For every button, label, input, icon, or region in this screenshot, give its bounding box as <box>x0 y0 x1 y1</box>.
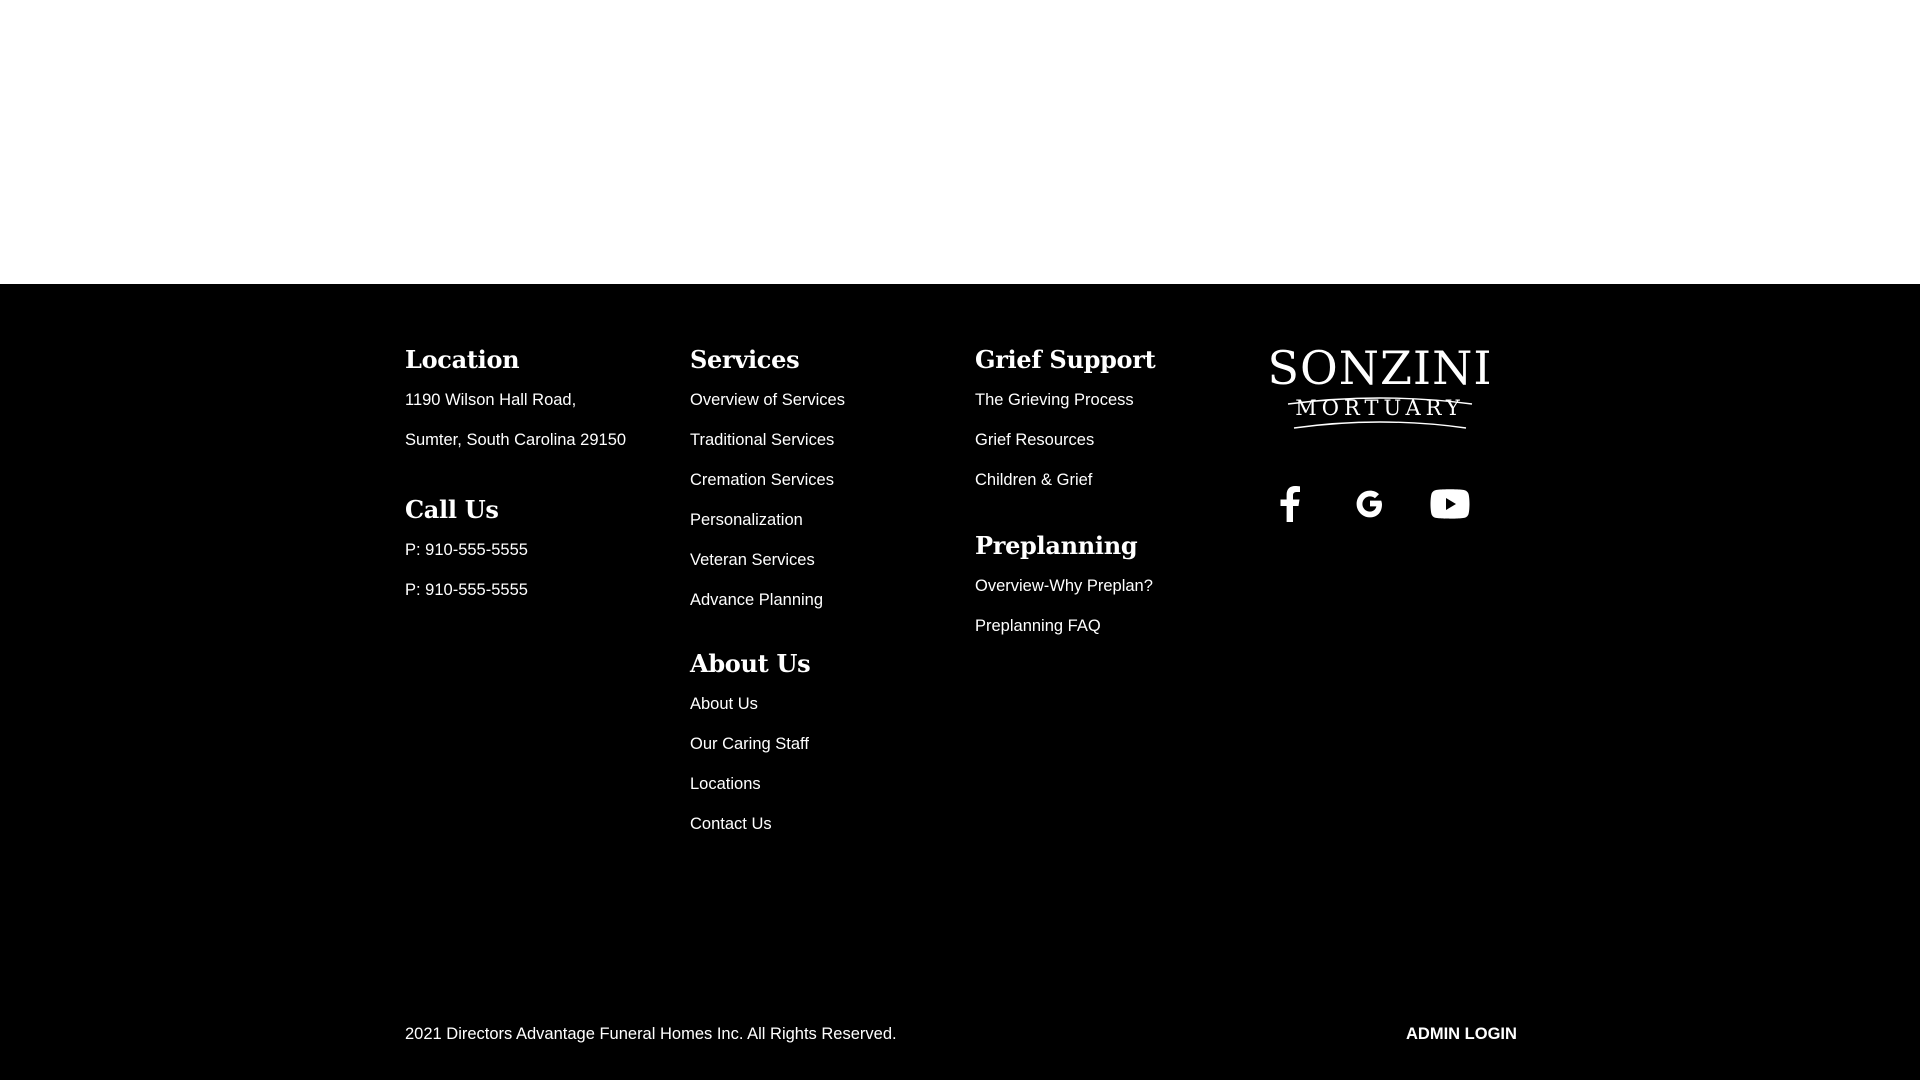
link-traditional-services[interactable]: Traditional Services <box>690 430 845 450</box>
link-grief-resources[interactable]: Grief Resources <box>975 430 1155 450</box>
call-us-heading: Call Us <box>405 495 499 524</box>
google-link[interactable] <box>1348 482 1392 526</box>
grief-support-heading: Grief Support <box>975 345 1156 374</box>
link-advance-planning[interactable]: Advance Planning <box>690 590 845 610</box>
facebook-link[interactable] <box>1268 482 1312 526</box>
link-cremation-services[interactable]: Cremation Services <box>690 470 845 490</box>
page-content-area <box>0 0 1920 284</box>
google-icon <box>1356 490 1382 518</box>
copyright-text: 2021 Directors Advantage Funeral Homes I… <box>405 1025 897 1043</box>
link-our-caring-staff[interactable]: Our Caring Staff <box>690 734 845 754</box>
social-links <box>1262 482 1498 526</box>
youtube-icon <box>1430 489 1470 519</box>
address-line-1: 1190 Wilson Hall Road, <box>405 391 577 409</box>
footer-column-grief-support: Grief Support The Grieving Process Grief… <box>975 345 1156 656</box>
link-overview-why-preplan[interactable]: Overview-Why Preplan? <box>975 576 1155 596</box>
phone-link-2[interactable]: P: 910-555-5555 <box>405 580 626 600</box>
footer-column-brand: SONZINI MORTUARY <box>1262 342 1498 546</box>
facebook-icon <box>1280 486 1300 522</box>
link-personalization[interactable]: Personalization <box>690 510 845 530</box>
footer-column-services: Services Overview of Services Traditiona… <box>690 346 845 854</box>
link-locations[interactable]: Locations <box>690 774 845 794</box>
link-preplanning-faq[interactable]: Preplanning FAQ <box>975 616 1155 636</box>
youtube-link[interactable] <box>1428 482 1472 526</box>
mortuary-logo[interactable]: SONZINI MORTUARY <box>1262 342 1498 434</box>
location-heading: Location <box>405 345 520 374</box>
site-footer: Location 1190 Wilson Hall Road, Sumter, … <box>0 284 1920 1080</box>
footer-column-location: Location 1190 Wilson Hall Road, Sumter, … <box>405 346 626 620</box>
preplanning-heading: Preplanning <box>975 531 1138 560</box>
link-veteran-services[interactable]: Veteran Services <box>690 550 845 570</box>
link-children-and-grief[interactable]: Children & Grief <box>975 470 1155 490</box>
admin-login-link[interactable]: ADMIN LOGIN <box>1406 1024 1517 1044</box>
link-about-us[interactable]: About Us <box>690 694 845 714</box>
address-line-2: Sumter, South Carolina 29150 <box>405 431 627 449</box>
services-heading: Services <box>690 345 800 374</box>
link-the-grieving-process[interactable]: The Grieving Process <box>975 390 1155 410</box>
link-contact-us[interactable]: Contact Us <box>690 814 845 834</box>
phone-link-1[interactable]: P: 910-555-5555 <box>405 540 626 560</box>
logo-subtitle: MORTUARY <box>1295 396 1465 420</box>
logo-name: SONZINI <box>1267 341 1493 395</box>
about-us-heading: About Us <box>690 649 811 678</box>
link-overview-of-services[interactable]: Overview of Services <box>690 390 845 410</box>
